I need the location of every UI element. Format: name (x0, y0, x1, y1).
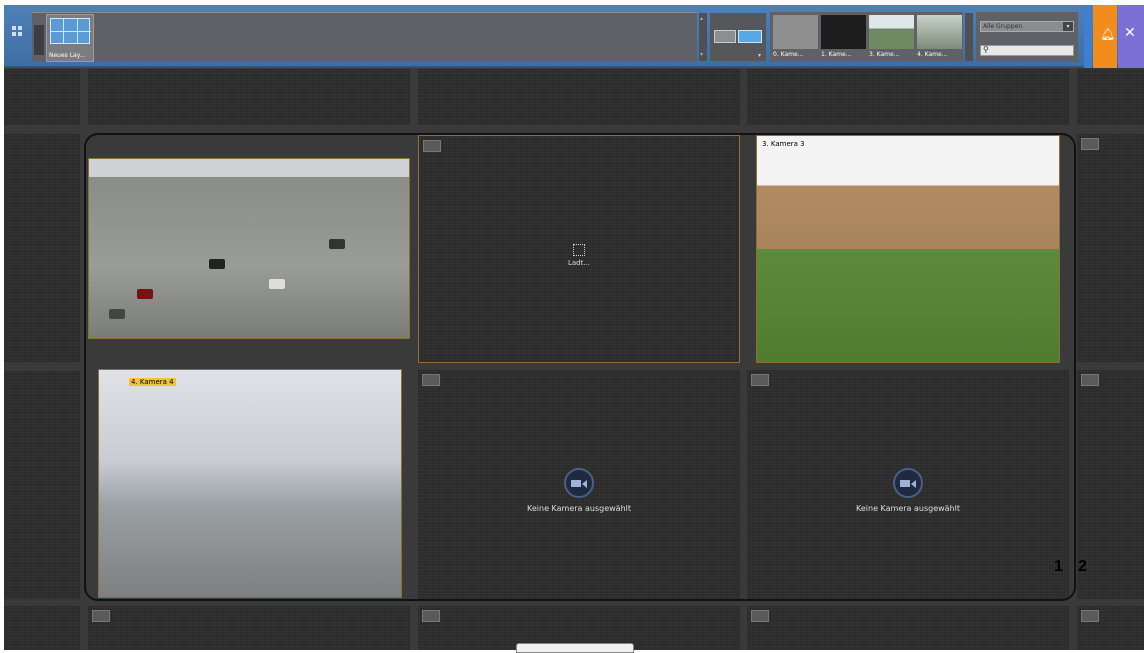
camera-tile-icon (92, 610, 110, 622)
camera-thumb-3[interactable]: 3. Kame... (869, 15, 914, 59)
group-select[interactable]: Alle Gruppen ▾ (980, 21, 1074, 32)
layout-strip: Neues Lay... (32, 12, 697, 62)
empty-tile[interactable] (747, 606, 1069, 650)
layout-option-2[interactable] (738, 30, 762, 43)
settings-button[interactable]: ✕ (1118, 5, 1144, 68)
chevron-down-icon[interactable]: ▾ (758, 52, 761, 59)
bell-icon: 🔔︎ (1100, 27, 1116, 41)
layout-thumbnail[interactable]: Neues Lay... (46, 14, 94, 62)
layout-list-icon[interactable] (34, 25, 44, 55)
camera-strip-scrollbar[interactable] (965, 13, 973, 61)
camera-search-input[interactable]: ⚲ (980, 45, 1074, 56)
layout-scrollbar[interactable]: ▴ ▾ (699, 13, 707, 61)
empty-tile[interactable] (4, 134, 80, 362)
camera-tile-icon (1081, 610, 1099, 622)
layout-option-1[interactable] (714, 30, 736, 43)
camera-tile-icon (751, 610, 769, 622)
search-icon: ⚲ (983, 45, 989, 54)
marker-2: 2 (1078, 558, 1087, 575)
empty-tile[interactable] (88, 606, 410, 650)
camera-strip: 0. Kame... 1. Kame... 3. Kame... 4. Kame… (770, 12, 963, 62)
app-window: Neues Lay... ▴ ▾ ▾ 0. Kame... 1. Kame... … (4, 5, 1144, 650)
layout-label: Neues Lay... (49, 52, 86, 59)
empty-tile[interactable] (4, 69, 80, 125)
alarm-button[interactable]: 🔔︎ (1093, 5, 1117, 68)
grid-view-icon[interactable] (12, 26, 22, 36)
empty-tile[interactable] (1077, 134, 1144, 362)
camera-tile-icon (422, 610, 440, 622)
empty-tile[interactable] (418, 69, 740, 125)
empty-tile[interactable] (88, 69, 410, 125)
wrench-icon: ✕ (1124, 25, 1136, 41)
marker-1: 1 (1054, 558, 1063, 575)
bottom-panel-tab[interactable] (516, 643, 634, 653)
empty-tile[interactable] (1077, 370, 1144, 599)
camera-tile-icon (1081, 138, 1099, 150)
selection-frame (84, 133, 1076, 601)
group-filter: Alle Gruppen ▾ ⚲ (976, 12, 1078, 62)
camera-thumb-4[interactable]: 4. Kame... (917, 15, 962, 59)
empty-tile[interactable] (747, 69, 1069, 125)
empty-tile[interactable] (1077, 606, 1144, 650)
camera-thumb-1[interactable]: 1. Kame... (821, 15, 866, 59)
empty-tile[interactable] (1077, 69, 1144, 125)
layout-stage: Ladt... 3. Kamera 3 4. Kamera 4 Keine Ka… (4, 69, 1144, 650)
camera-tile-icon (1081, 374, 1099, 386)
camera-thumb-0[interactable]: 0. Kame... (773, 15, 818, 59)
chevron-down-icon: ▾ (1063, 22, 1073, 31)
layout-picker[interactable]: ▾ (710, 13, 766, 61)
empty-tile[interactable] (4, 606, 80, 650)
empty-tile[interactable] (4, 371, 80, 599)
toolbar-edge (1084, 5, 1092, 68)
top-toolbar: Neues Lay... ▴ ▾ ▾ 0. Kame... 1. Kame... … (4, 5, 1144, 68)
